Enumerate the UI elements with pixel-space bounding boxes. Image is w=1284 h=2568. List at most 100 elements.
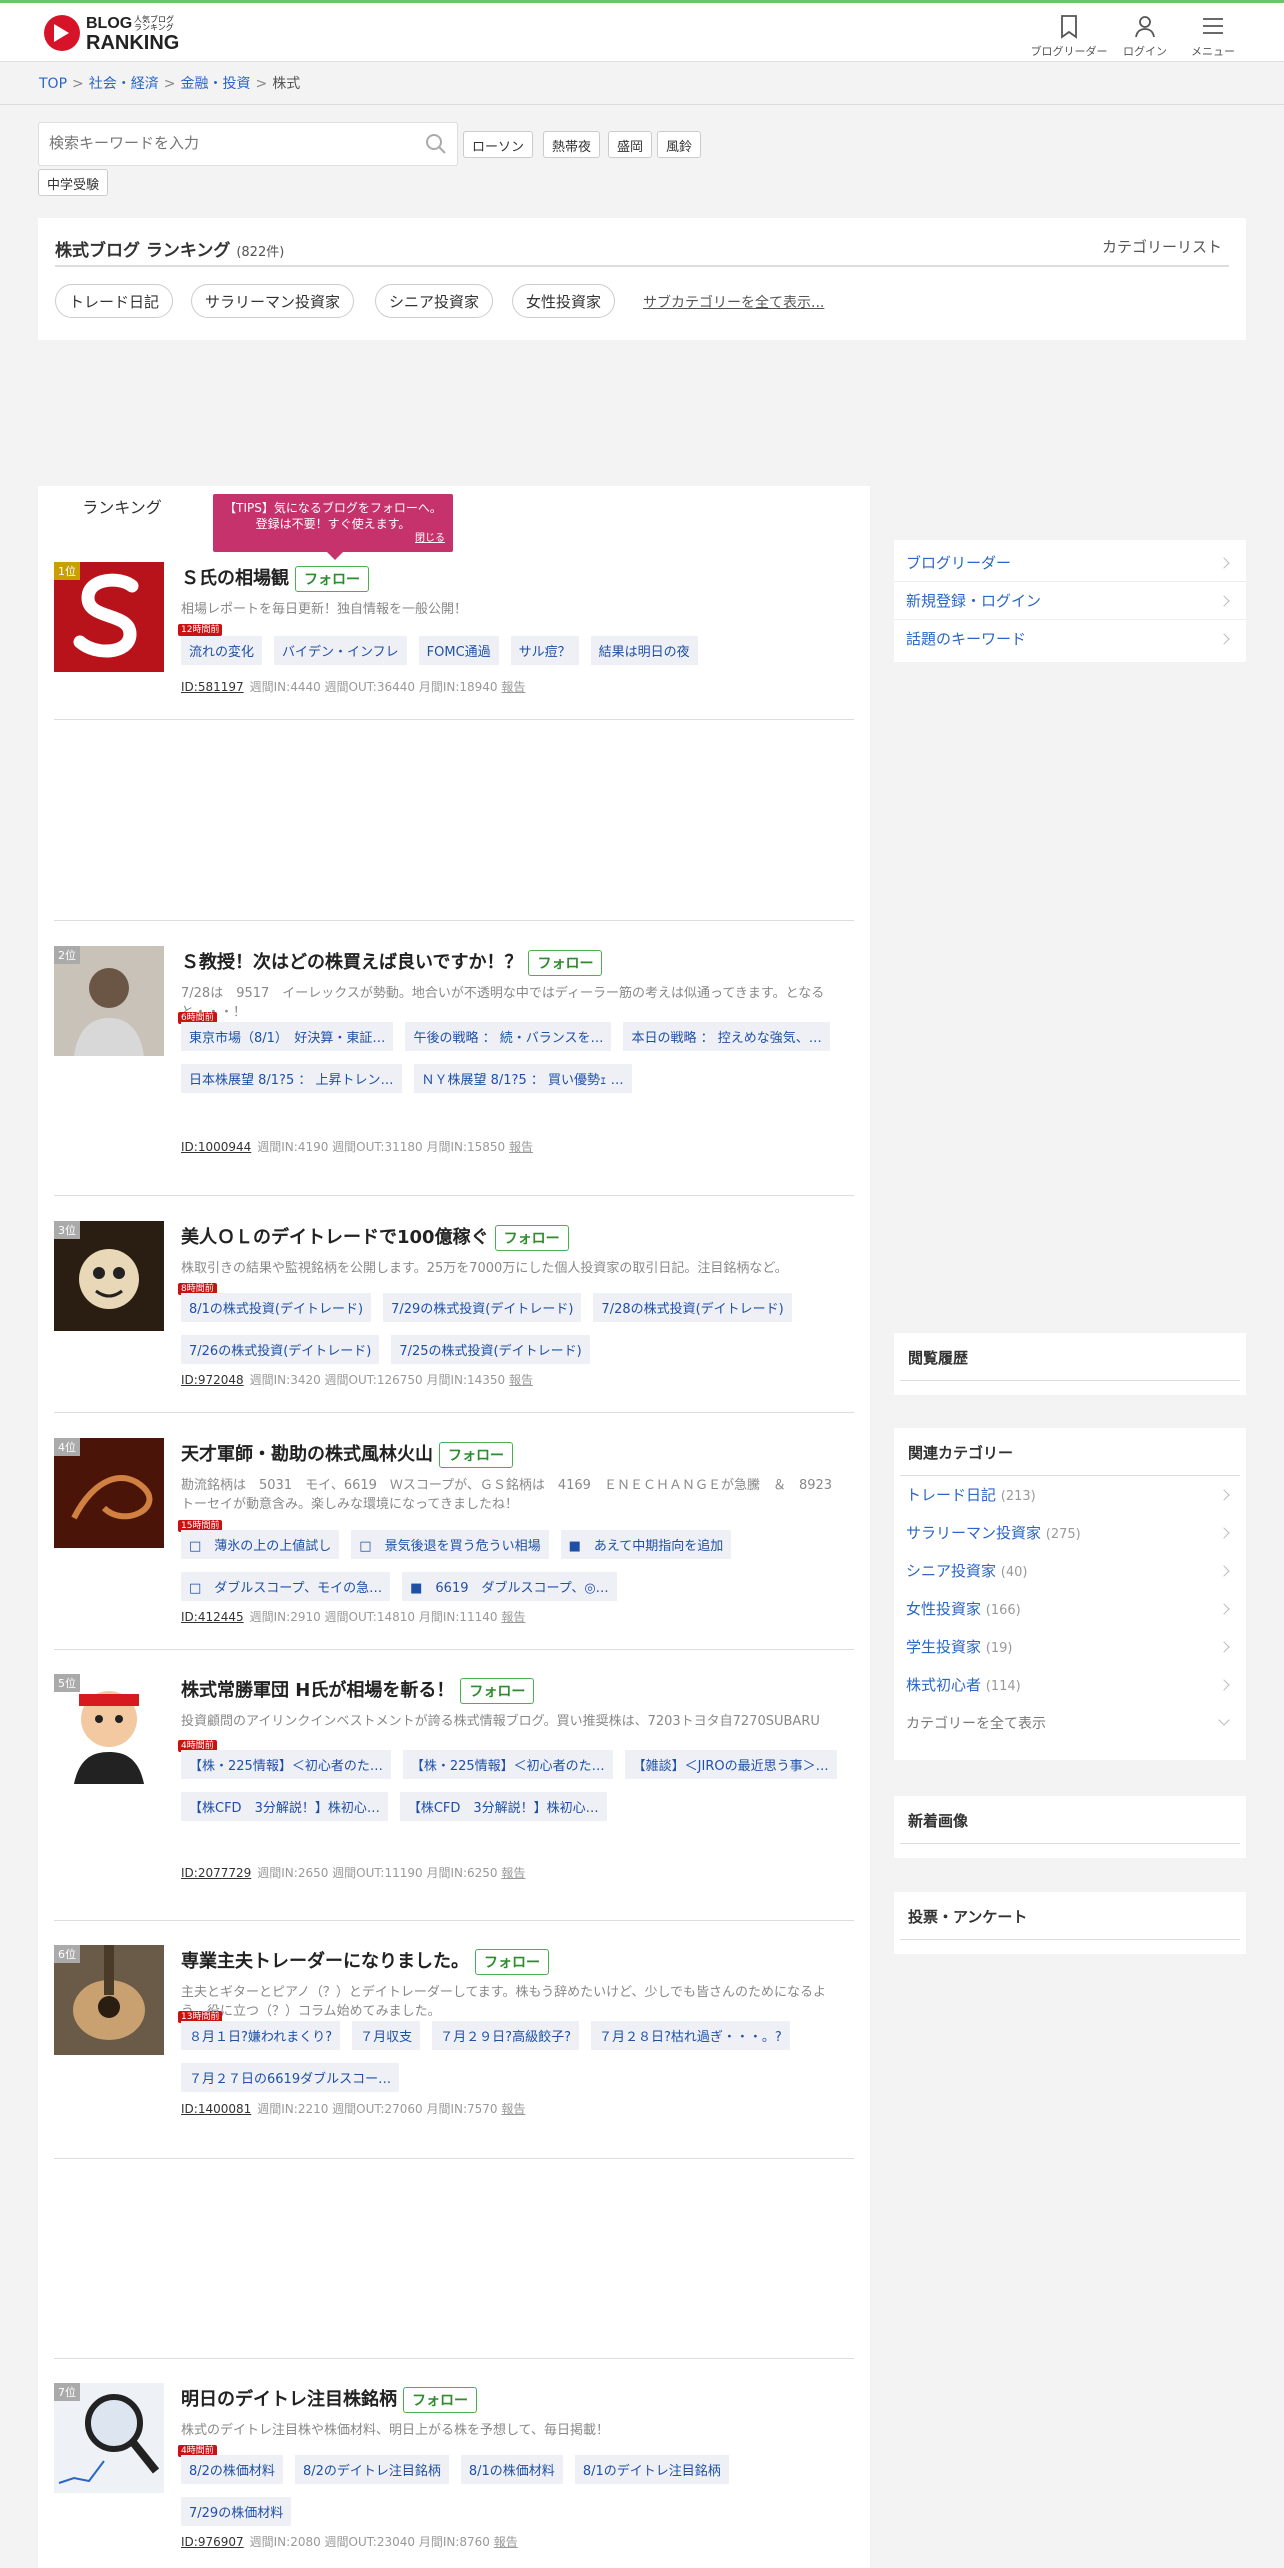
blog-id-link[interactable]: ID:972048 (181, 1373, 244, 1387)
article-link[interactable]: 7/29の株価材料 (181, 2497, 292, 2526)
blog-title[interactable]: 株式常勝軍団 H氏が相場を斬る！ (181, 1680, 454, 1701)
article-link[interactable]: 7/29の株式投資(デイトレード) (383, 1293, 582, 1322)
report-link[interactable]: 報告 (501, 1610, 525, 1624)
article-link[interactable]: ８月１日?嫌われまくり? (181, 2021, 341, 2050)
article-link[interactable]: バイデン・インフレ (274, 636, 407, 665)
article-link[interactable]: 8/2のデイトレ注目銘柄 (294, 2455, 449, 2484)
search-input[interactable] (39, 123, 399, 163)
article-link[interactable]: ■ あえて中期指向を追加 (560, 1530, 732, 1559)
keyword-chip[interactable]: 風鈴 (657, 131, 702, 158)
article-link[interactable]: □ ダブルスコープ、モイの急… (181, 1572, 391, 1601)
related-category-link[interactable]: サラリーマン投資家 (275) (894, 1514, 1246, 1552)
blog-title[interactable]: 明日のデイトレ注目株銘柄 (181, 2389, 397, 2410)
blog-thumbnail[interactable]: 3位 (54, 1221, 164, 1331)
report-link[interactable]: 報告 (501, 2102, 525, 2116)
related-category-link[interactable]: トレード日記 (213) (894, 1476, 1246, 1514)
tips-close-button[interactable]: 閉じる (415, 531, 445, 547)
blog-thumbnail[interactable]: 1位 (54, 562, 164, 672)
blog-id-link[interactable]: ID:581197 (181, 680, 244, 694)
related-category-link[interactable]: 学生投資家 (19) (894, 1628, 1246, 1666)
article-link[interactable]: ７月２７日の6619ダブルスコー… (181, 2063, 400, 2092)
subcategory-pill[interactable]: 女性投資家 (512, 284, 616, 318)
follow-button[interactable]: フォロー (403, 2387, 477, 2413)
site-logo[interactable]: BLOG RANKING 人気ブログランキング (44, 13, 184, 55)
blog-title[interactable]: 美人ＯＬのデイトレードで100億稼ぐ (181, 1227, 489, 1248)
article-link[interactable]: 流れの変化 (181, 636, 263, 665)
article-link[interactable]: 8/1の株式投資(デイトレード) (181, 1293, 372, 1322)
follow-button[interactable]: フォロー (439, 1442, 513, 1468)
subcategory-pill[interactable]: シニア投資家 (375, 284, 494, 318)
related-category-link[interactable]: 株式初心者 (114) (894, 1666, 1246, 1704)
blog-thumbnail[interactable]: 6位 (54, 1945, 164, 2055)
article-link[interactable]: 8/1の株価材料 (460, 2455, 563, 2484)
follow-button[interactable]: フォロー (475, 1949, 549, 1975)
keyword-chip[interactable]: 熱帯夜 (543, 131, 601, 158)
keyword-chip[interactable]: 中学受験 (38, 169, 109, 196)
article-link[interactable]: ７月２９日?高級餃子? (432, 2021, 579, 2050)
article-link[interactable]: 【雑談】＜JIROの最近思う事＞… (624, 1750, 837, 1779)
all-subcategories-link[interactable]: サブカテゴリーを全て表示... (643, 292, 824, 312)
blog-title[interactable]: Ｓ氏の相場観 (181, 568, 289, 589)
article-link[interactable]: □ 薄氷の上の上値試し (181, 1530, 340, 1559)
report-link[interactable]: 報告 (501, 1866, 525, 1880)
article-link[interactable]: 8/1のデイトレ注目銘柄 (574, 2455, 729, 2484)
sidebar-blog-reader-link[interactable]: ブログリーダー (894, 544, 1246, 582)
breadcrumb-society[interactable]: 社会・経済 (89, 76, 159, 92)
article-link[interactable]: 【株・225情報】＜初心者のた… (181, 1750, 391, 1779)
follow-button[interactable]: フォロー (295, 566, 369, 592)
article-link[interactable]: 【株CFD 3分解説！】株初心… (399, 1792, 607, 1821)
blog-thumbnail[interactable]: 7位 (54, 2383, 164, 2493)
blog-thumbnail[interactable]: 2位 (54, 946, 164, 1056)
follow-button[interactable]: フォロー (494, 1225, 569, 1251)
article-link[interactable]: □ 景気後退を買う危うい相場 (351, 1530, 549, 1559)
blog-reader-button[interactable]: ブログリーダー (1029, 13, 1109, 59)
article-link[interactable]: 【株・225情報】＜初心者のた… (402, 1750, 613, 1779)
article-link[interactable]: 【株CFD 3分解説！】株初心… (181, 1792, 388, 1821)
menu-button[interactable]: メニュー (1173, 13, 1253, 59)
subcategory-pill[interactable]: トレード日記 (55, 284, 174, 318)
breadcrumb-top[interactable]: TOP (39, 76, 67, 92)
article-link[interactable]: サル痘？ (510, 636, 579, 665)
related-category-link[interactable]: シニア投資家 (40) (894, 1552, 1246, 1590)
report-link[interactable]: 報告 (509, 1373, 533, 1387)
search-icon[interactable] (425, 133, 447, 155)
article-link[interactable]: ＮＹ株展望 8/1?5 ： 買い優勢ｪ … (413, 1064, 632, 1093)
article-link[interactable]: FOMC通過 (418, 636, 499, 665)
article-link[interactable]: 東京市場（8/1） 好決算・東証… (181, 1022, 394, 1051)
follow-button[interactable]: フォロー (528, 950, 603, 976)
related-category-link[interactable]: 女性投資家 (166) (894, 1590, 1246, 1628)
follow-button[interactable]: フォロー (460, 1678, 535, 1704)
blog-thumbnail[interactable]: 5位 (54, 1674, 164, 1784)
article-link[interactable]: 8/2の株価材料 (181, 2455, 283, 2484)
report-link[interactable]: 報告 (501, 680, 525, 694)
report-link[interactable]: 報告 (494, 2535, 518, 2549)
blog-id-link[interactable]: ID:2077729 (181, 1866, 251, 1880)
blog-id-link[interactable]: ID:976907 (181, 2535, 244, 2549)
category-list-link[interactable]: カテゴリーリスト (1102, 236, 1222, 257)
article-link[interactable]: ■ 6619 ダブルスコープ、◎… (402, 1572, 617, 1601)
keyword-chip[interactable]: 盛岡 (608, 131, 653, 158)
report-link[interactable]: 報告 (509, 1140, 533, 1154)
blog-id-link[interactable]: ID:1000944 (181, 1140, 251, 1154)
article-link[interactable]: 7/28の株式投資(デイトレード) (593, 1293, 792, 1322)
tab-ranking[interactable]: ランキング (38, 486, 206, 530)
article-link[interactable]: ７月２８日?枯れ過ぎ・・・。? (590, 2021, 790, 2050)
blog-title[interactable]: Ｓ教授！次はどの株買えば良いですか！？ (181, 952, 522, 973)
sidebar-trending-keywords-link[interactable]: 話題のキーワード (894, 620, 1246, 658)
keyword-chip[interactable]: ローソン (463, 131, 534, 158)
article-link[interactable]: 本日の戦略 ： 控えめな強気、… (623, 1022, 830, 1051)
blog-title[interactable]: 天才軍師・勘助の株式風林火山 (181, 1444, 433, 1465)
article-link[interactable]: 7/26の株式投資(デイトレード) (181, 1335, 380, 1364)
sidebar-register-login-link[interactable]: 新規登録・ログイン (894, 582, 1246, 620)
blog-thumbnail[interactable]: 4位 (54, 1438, 164, 1548)
article-link[interactable]: 7/25の株式投資(デイトレード) (391, 1335, 590, 1364)
article-link[interactable]: 結果は明日の夜 (590, 636, 698, 665)
blog-title[interactable]: 専業主夫トレーダーになりました。 (181, 1951, 469, 1972)
breadcrumb-finance[interactable]: 金融・投資 (180, 76, 250, 92)
show-all-categories-button[interactable]: カテゴリーを全て表示 (894, 1704, 1246, 1744)
article-link[interactable]: 午後の戦略 ： 続・バランスを… (405, 1022, 612, 1051)
article-link[interactable]: 日本株展望 8/1?5 ： 上昇トレン… (181, 1064, 402, 1093)
blog-id-link[interactable]: ID:1400081 (181, 2102, 251, 2116)
article-link[interactable]: ７月収支 (352, 2021, 421, 2050)
blog-id-link[interactable]: ID:412445 (181, 1610, 244, 1624)
